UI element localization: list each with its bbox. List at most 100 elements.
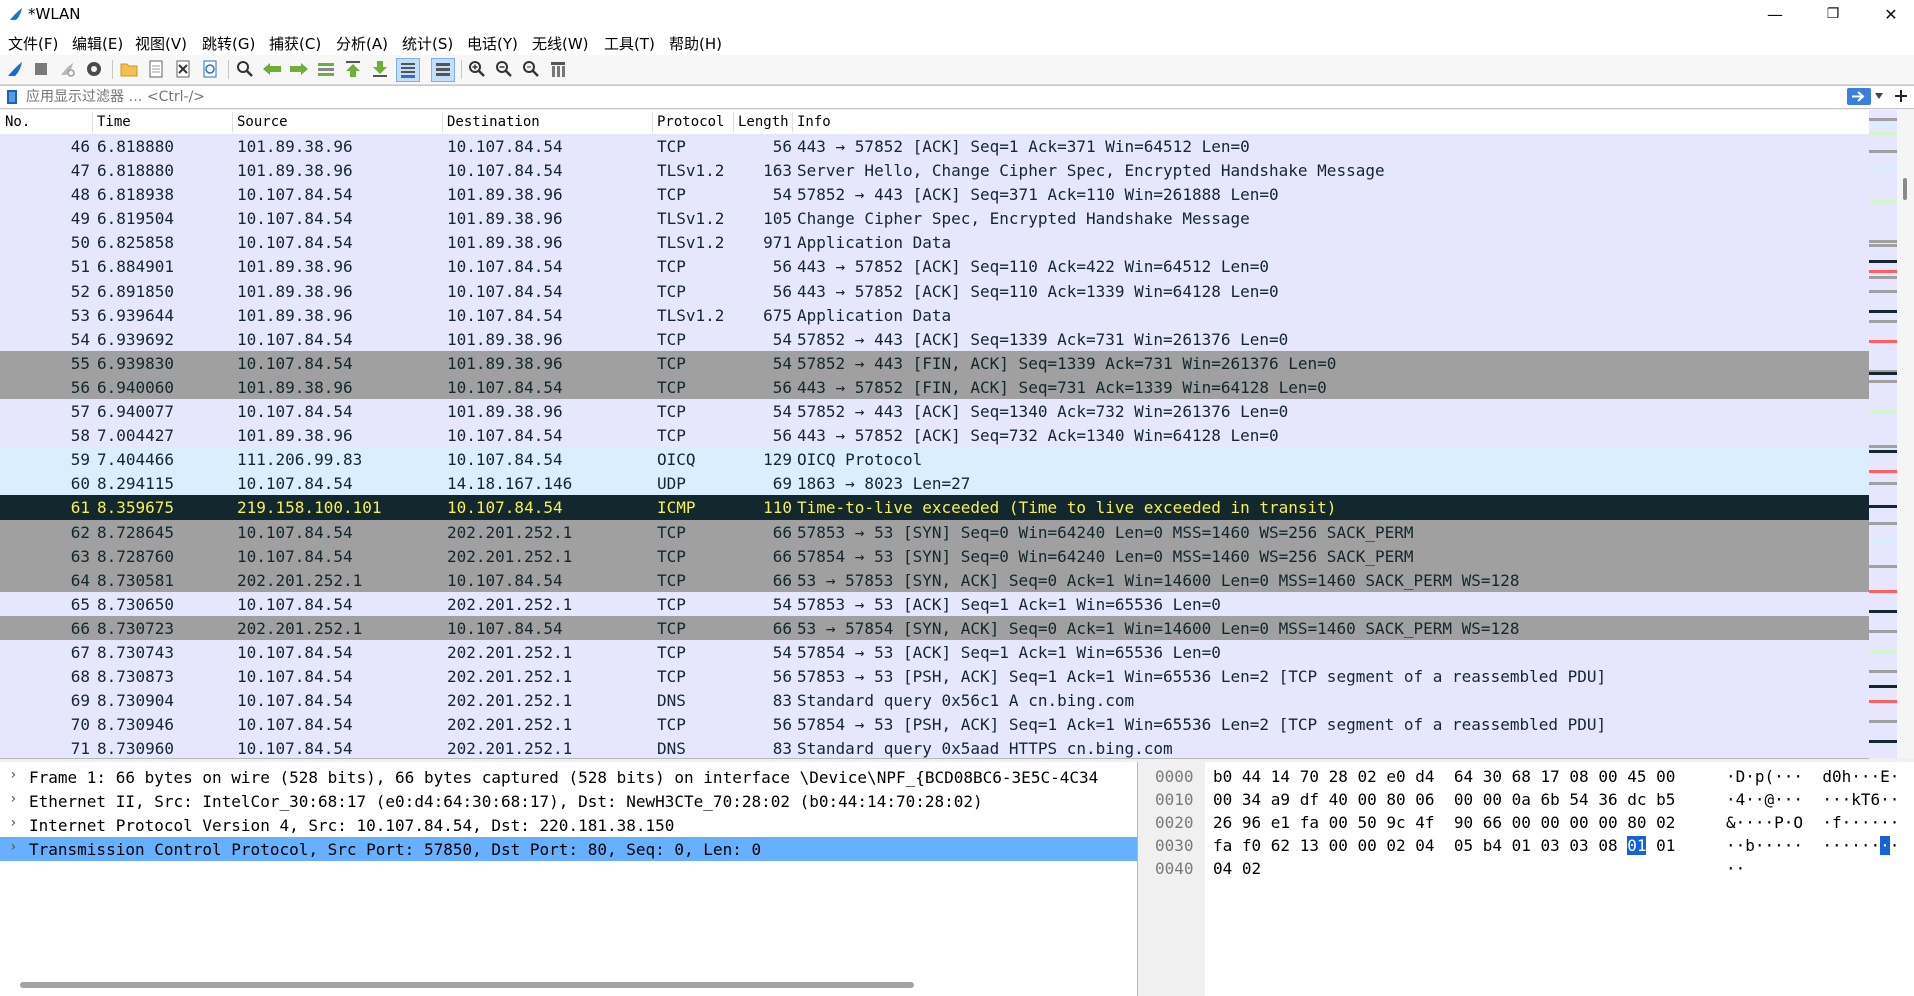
byte-ascii-row[interactable]: ·4··@··· ···kT6·· <box>1726 790 1899 813</box>
detail-tree-item[interactable]: › Frame 1: 66 bytes on wire (528 bits), 6… <box>0 765 1137 789</box>
go-back-icon[interactable] <box>261 58 283 80</box>
packet-row[interactable]: 46 6.818880 101.89.38.96 10.107.84.54 TCP 56 4… <box>0 134 1869 159</box>
menu-statistics[interactable]: 统计(S) <box>402 33 453 54</box>
menu-capture[interactable]: 捕获(C) <box>269 33 321 54</box>
packet-row[interactable]: 56 6.940060 101.89.38.96 10.107.84.54 TCP 56 4… <box>0 374 1869 400</box>
menu-file[interactable]: 文件(F) <box>8 33 58 54</box>
open-file-icon[interactable] <box>118 58 140 80</box>
packet-details-pane[interactable]: › Frame 1: 66 bytes on wire (528 bits), 6… <box>0 762 1138 996</box>
packet-list[interactable]: No. Time Source Destination Protocol Len… <box>0 110 1869 759</box>
maximize-button[interactable]: ❐ <box>1810 0 1856 29</box>
byte-hex-row[interactable]: fa f0 62 13 00 00 02 04 05 b4 01 03 03 0… <box>1213 836 1675 859</box>
packet-number: 48 <box>70 185 90 205</box>
column-info[interactable]: Info <box>797 114 831 130</box>
zoom-reset-icon[interactable] <box>520 58 542 80</box>
zoom-in-icon[interactable] <box>466 58 488 80</box>
expand-chevron-icon[interactable]: › <box>9 791 17 807</box>
menu-telephony[interactable]: 电话(Y) <box>467 33 518 54</box>
capture-options-icon[interactable] <box>83 58 105 80</box>
menu-tools[interactable]: 工具(T) <box>604 33 655 54</box>
packet-row[interactable]: 54 6.939692 10.107.84.54 101.89.38.96 TCP 54 5… <box>0 326 1869 351</box>
minimize-button[interactable]: — <box>1752 0 1798 29</box>
packet-row[interactable]: 68 8.730873 10.107.84.54 202.201.252.1 TCP 56… <box>0 664 1869 689</box>
packet-row[interactable]: 63 8.728760 10.107.84.54 202.201.252.1 TCP 66… <box>0 543 1869 568</box>
column-time[interactable]: Time <box>97 114 131 130</box>
detail-tree-item[interactable]: › Transmission Control Protocol, Src Port… <box>0 837 1137 861</box>
display-filter-input[interactable] <box>24 88 1828 106</box>
packet-row[interactable]: 58 7.004427 101.89.38.96 10.107.84.54 TCP 56 4… <box>0 423 1869 448</box>
scrollbar-thumb[interactable] <box>1903 178 1907 200</box>
autoscroll-icon[interactable] <box>396 58 420 82</box>
menu-analyze[interactable]: 分析(A) <box>336 33 388 54</box>
menu-wireless[interactable]: 无线(W) <box>532 33 589 54</box>
byte-ascii-row[interactable]: ··b····· ········ <box>1726 836 1899 859</box>
expand-chevron-icon[interactable]: › <box>9 767 17 783</box>
detail-tree-item[interactable]: › Internet Protocol Version 4, Src: 10.10… <box>0 813 1137 837</box>
chevron-down-icon[interactable] <box>1875 93 1883 99</box>
menu-edit[interactable]: 编辑(E) <box>72 33 123 54</box>
packet-row[interactable]: 57 6.940077 10.107.84.54 101.89.38.96 TCP 54 5… <box>0 399 1869 424</box>
byte-hex-row[interactable]: 00 34 a9 df 40 00 80 06 00 00 0a 6b 54 3… <box>1213 790 1675 813</box>
resize-columns-icon[interactable] <box>547 58 569 80</box>
packet-row[interactable]: 69 8.730904 10.107.84.54 202.201.252.1 DNS 83… <box>0 688 1869 713</box>
packet-row[interactable]: 51 6.884901 101.89.38.96 10.107.84.54 TCP 56 4… <box>0 254 1869 279</box>
packet-row[interactable]: 47 6.818880 101.89.38.96 10.107.84.54 TLSv1.… <box>0 158 1869 183</box>
packet-minimap[interactable] <box>1869 110 1897 758</box>
zoom-out-icon[interactable] <box>493 58 515 80</box>
go-last-icon[interactable] <box>369 58 391 80</box>
column-no[interactable]: No. <box>5 114 30 130</box>
packet-row[interactable]: 66 8.730723 202.201.252.1 10.107.84.54 TCP 66… <box>0 615 1869 640</box>
packet-bytes-pane[interactable]: 0000 b0 44 14 70 28 02 e0 d4 64 30 68 17 … <box>1143 762 1914 996</box>
packet-row[interactable]: 52 6.891850 101.89.38.96 10.107.84.54 TCP 56 4… <box>0 278 1869 303</box>
packet-row[interactable]: 60 8.294115 10.107.84.54 14.18.167.146 UDP 69… <box>0 471 1869 496</box>
close-button[interactable]: ✕ <box>1868 0 1914 29</box>
byte-hex-row[interactable]: 04 02 <box>1213 859 1261 882</box>
close-file-icon[interactable] <box>172 58 194 80</box>
reload-icon[interactable] <box>199 58 221 80</box>
stop-capture-icon[interactable] <box>30 58 52 80</box>
menu-view[interactable]: 视图(V) <box>135 33 187 54</box>
shark-fin-start-icon[interactable] <box>4 58 26 80</box>
details-horizontal-scrollbar[interactable] <box>20 982 914 988</box>
expand-chevron-icon[interactable]: › <box>9 815 17 831</box>
packet-number: 51 <box>70 257 90 277</box>
packet-row[interactable]: 65 8.730650 10.107.84.54 202.201.252.1 TCP 54… <box>0 591 1869 616</box>
byte-ascii-row[interactable]: &····P·O ·f······ <box>1726 813 1899 836</box>
expand-chevron-icon[interactable]: › <box>9 839 17 855</box>
go-to-packet-icon[interactable] <box>315 58 337 80</box>
packet-row[interactable]: 55 6.939830 10.107.84.54 101.89.38.96 TCP 54 5… <box>0 350 1869 375</box>
packet-row[interactable]: 48 6.818938 10.107.84.54 101.89.38.96 TCP 54 5… <box>0 182 1869 207</box>
go-first-icon[interactable] <box>342 58 364 80</box>
restart-capture-icon[interactable] <box>56 58 78 80</box>
column-protocol[interactable]: Protocol <box>657 114 724 130</box>
arrow-right-icon[interactable] <box>1847 88 1871 105</box>
column-source[interactable]: Source <box>237 114 288 130</box>
plus-icon[interactable] <box>1895 90 1907 102</box>
byte-ascii-row[interactable]: ·D·p(··· d0h···E· <box>1726 767 1899 790</box>
packet-row[interactable]: 62 8.728645 10.107.84.54 202.201.252.1 TCP 66… <box>0 519 1869 544</box>
byte-ascii-row[interactable]: ·· <box>1726 859 1745 882</box>
menu-help[interactable]: 帮助(H) <box>669 33 722 54</box>
packet-row[interactable]: 59 7.404466 111.206.99.83 10.107.84.54 OICQ 1… <box>0 447 1869 472</box>
byte-offset: 0030 <box>1155 836 1194 855</box>
packet-row[interactable]: 67 8.730743 10.107.84.54 202.201.252.1 TCP 54… <box>0 639 1869 665</box>
column-length[interactable]: Length <box>738 114 789 130</box>
column-destination[interactable]: Destination <box>447 114 540 130</box>
bookmark-icon[interactable] <box>6 89 18 105</box>
packet-row[interactable]: 64 8.730581 202.201.252.1 10.107.84.54 TCP 66… <box>0 567 1869 592</box>
byte-hex-row[interactable]: b0 44 14 70 28 02 e0 d4 64 30 68 17 08 0… <box>1213 767 1675 790</box>
packet-row[interactable]: 70 8.730946 10.107.84.54 202.201.252.1 TCP 56… <box>0 712 1869 737</box>
packet-row[interactable]: 50 6.825858 10.107.84.54 101.89.38.96 TLSv1.… <box>0 230 1869 255</box>
colorize-icon[interactable] <box>431 58 455 82</box>
save-file-icon[interactable] <box>145 58 167 80</box>
detail-tree-item[interactable]: › Ethernet II, Src: IntelCor_30:68:17 (e0… <box>0 789 1137 813</box>
packet-list-scrollbar[interactable] <box>1897 110 1914 758</box>
byte-hex-row[interactable]: 26 96 e1 fa 00 50 9c 4f 90 66 00 00 00 0… <box>1213 813 1675 836</box>
find-packet-icon[interactable] <box>234 58 256 80</box>
packet-row[interactable]: 61 8.359675 219.158.100.101 10.107.84.54 ICM… <box>0 495 1869 520</box>
menu-go[interactable]: 跳转(G) <box>202 33 255 54</box>
packet-row[interactable]: 53 6.939644 101.89.38.96 10.107.84.54 TLSv1.… <box>0 302 1869 327</box>
go-forward-icon[interactable] <box>288 58 310 80</box>
packet-row[interactable]: 71 8.730960 10.107.84.54 202.201.252.1 DNS 83… <box>0 736 1869 758</box>
packet-row[interactable]: 49 6.819504 10.107.84.54 101.89.38.96 TLSv1.… <box>0 206 1869 231</box>
